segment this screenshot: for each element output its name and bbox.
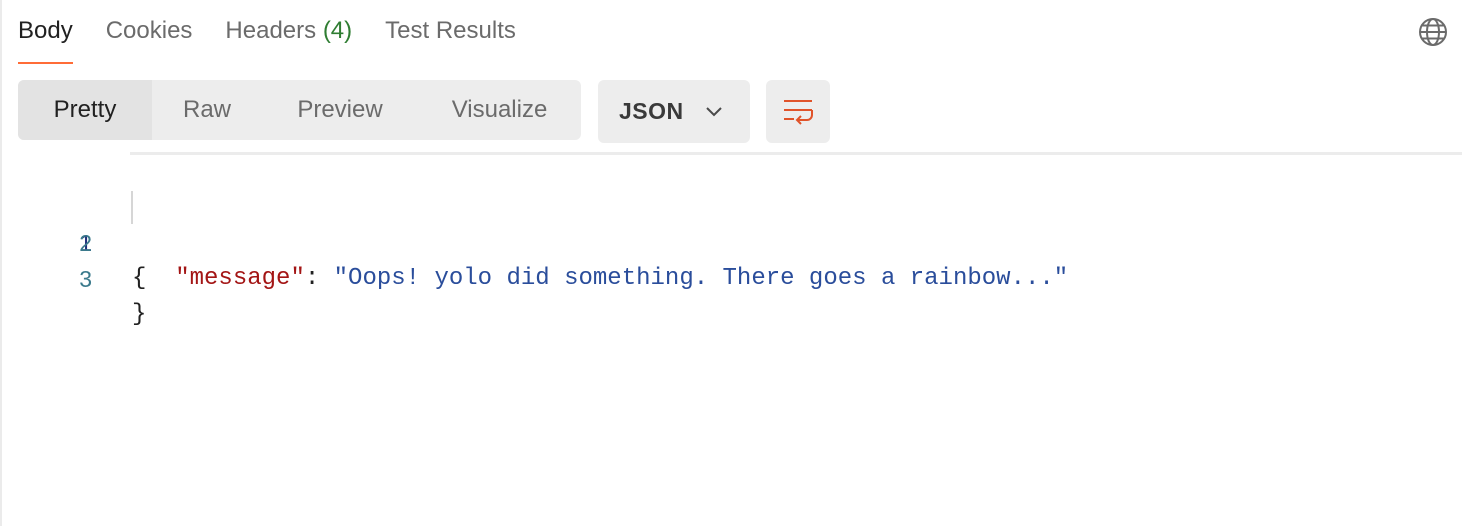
wrap-lines-icon <box>784 100 813 125</box>
tab-test-results-label: Test Results <box>385 17 516 44</box>
tab-headers-label: Headers <box>225 17 317 44</box>
response-body-editor[interactable]: 1 { 2 "message": "Oops! yolo did somethi… <box>2 152 1462 526</box>
headers-count-badge: (4) <box>322 17 353 44</box>
json-entry: "message": "Oops! yolo did something. Th… <box>132 261 1068 297</box>
view-mode-visualize[interactable]: Visualize <box>418 80 581 140</box>
tab-body-label: Body <box>18 17 73 44</box>
code-line: 1 { <box>2 153 146 292</box>
tab-cookies-label: Cookies <box>105 17 193 44</box>
tab-body[interactable]: Body <box>18 0 73 64</box>
wrap-lines-button[interactable] <box>766 80 830 143</box>
response-pane: Body Cookies Headers (4) Test Results Pr… <box>0 0 1462 526</box>
current-line-top-border <box>130 152 1462 155</box>
json-string-value: "Oops! yolo did something. There goes a … <box>333 265 1069 292</box>
tab-cookies[interactable]: Cookies <box>106 0 193 64</box>
language-dropdown[interactable]: JSON <box>598 80 750 143</box>
code-line: 2 "message": "Oops! yolo did something. … <box>2 189 1068 292</box>
language-dropdown-value: JSON <box>619 98 684 124</box>
view-mode-pretty[interactable]: Pretty <box>18 80 152 140</box>
chevron-down-icon <box>706 107 722 117</box>
view-mode-raw[interactable]: Raw <box>152 80 262 140</box>
json-key: "message" <box>175 265 305 292</box>
view-mode-selector: Pretty Raw Preview Visualize <box>18 80 581 140</box>
response-tabs: Body Cookies Headers (4) Test Results <box>18 0 549 64</box>
indent-guide <box>131 191 133 224</box>
tab-headers[interactable]: Headers (4) <box>225 0 352 64</box>
line-number: 3 <box>79 266 92 292</box>
tab-test-results[interactable]: Test Results <box>385 0 516 64</box>
json-close-brace: } <box>132 301 147 328</box>
code-line: 3 } <box>2 225 146 328</box>
json-colon: : <box>304 265 334 292</box>
globe-icon[interactable] <box>1418 17 1448 47</box>
view-mode-preview[interactable]: Preview <box>262 80 418 140</box>
